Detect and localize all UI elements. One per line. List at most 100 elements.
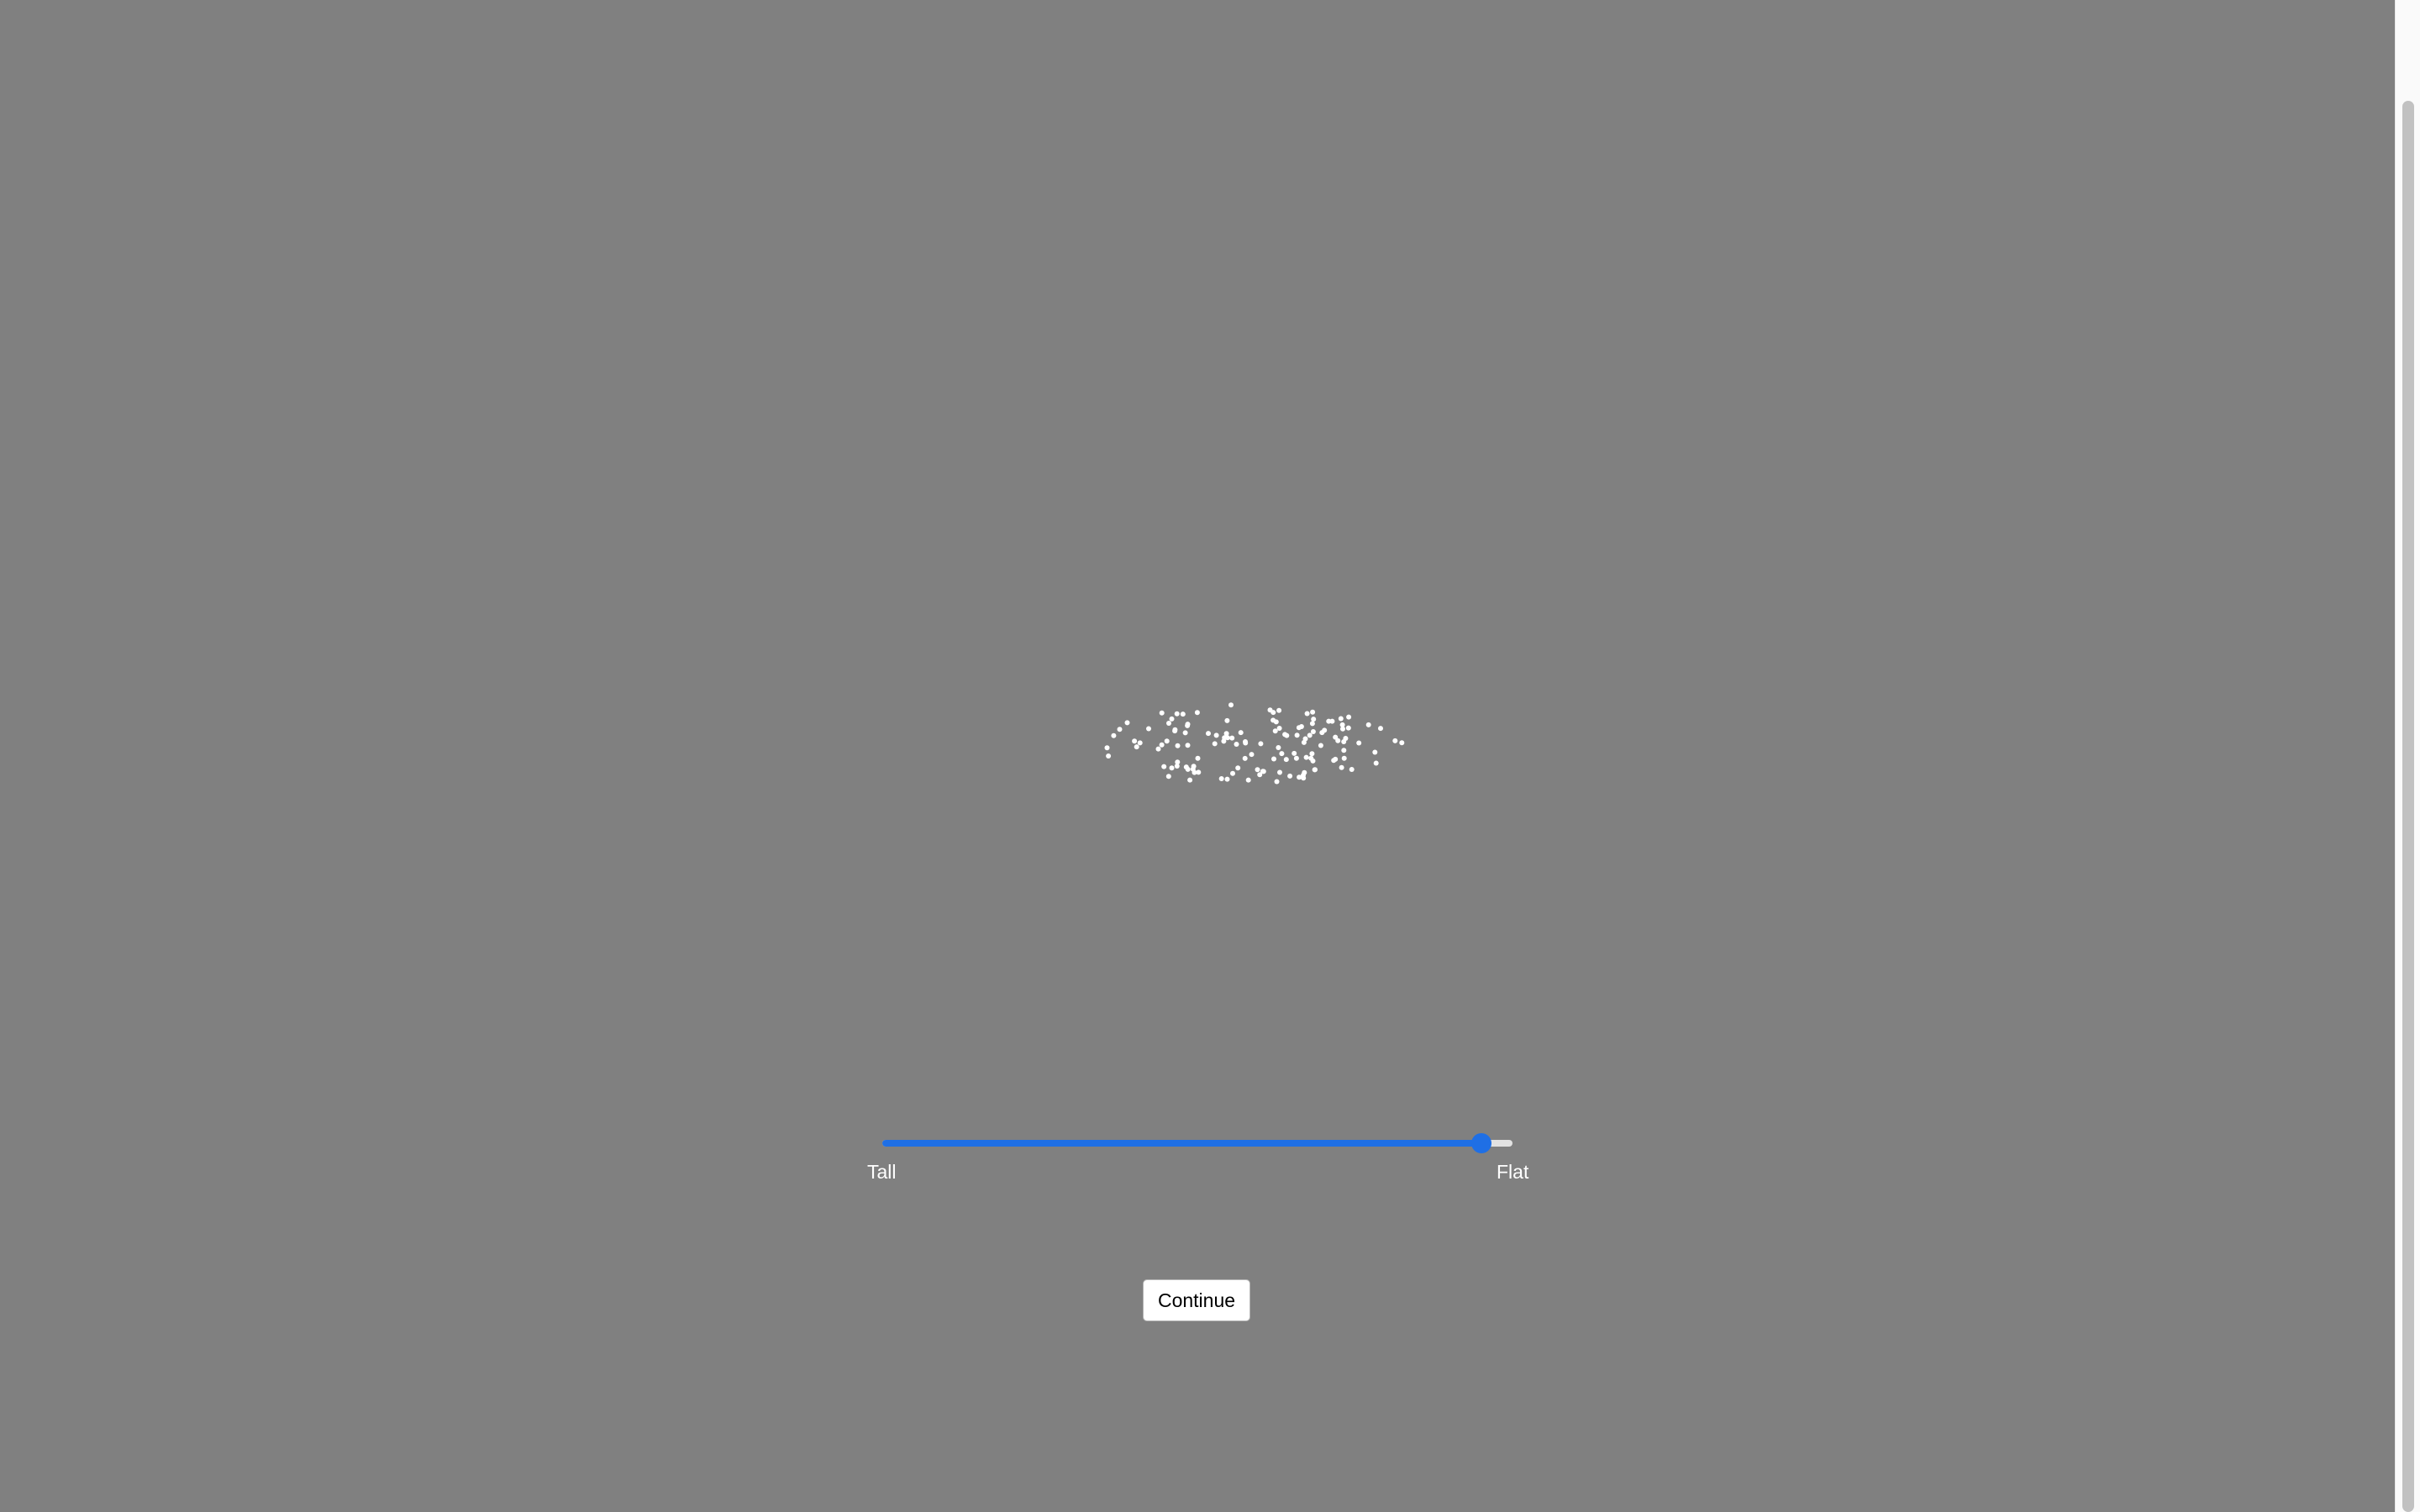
stimulus-dot bbox=[1195, 755, 1201, 761]
stimulus-dot bbox=[1146, 726, 1151, 732]
stimulus-dot bbox=[1106, 753, 1112, 759]
stimulus-dot bbox=[1276, 745, 1281, 750]
stimulus-dot bbox=[1165, 774, 1171, 780]
stimulus-dot bbox=[1319, 730, 1325, 736]
stimulus-dot bbox=[1212, 741, 1218, 747]
stimulus-dot bbox=[1243, 740, 1249, 746]
stimulus-dot bbox=[1310, 758, 1316, 764]
stimulus-dot bbox=[1249, 752, 1255, 758]
stimulus-dot bbox=[1341, 748, 1347, 753]
stimulus-dot bbox=[1235, 765, 1241, 771]
stimulus-dot bbox=[1339, 764, 1344, 770]
stimulus-dot bbox=[1137, 740, 1143, 746]
stimulus-dot bbox=[1356, 740, 1362, 746]
stimulus-dot bbox=[1303, 754, 1309, 760]
scrollbar-thumb[interactable] bbox=[2402, 101, 2414, 1512]
stimulus-dot bbox=[1378, 726, 1383, 732]
stimulus-dot bbox=[1318, 743, 1323, 748]
stimulus-dot bbox=[1169, 765, 1175, 771]
stimulus-dot bbox=[1276, 726, 1282, 731]
stimulus-dot bbox=[1185, 743, 1191, 748]
stimulus-dot bbox=[1174, 711, 1180, 717]
stimulus-dot bbox=[1230, 770, 1235, 776]
stimulus-dot bbox=[1309, 751, 1315, 757]
stimulus-dot bbox=[1343, 736, 1349, 741]
slider-fill bbox=[882, 1140, 1481, 1147]
stimulus-dot bbox=[1111, 732, 1117, 738]
stimulus-dot bbox=[1301, 775, 1307, 781]
stimulus-dot bbox=[1175, 743, 1181, 748]
stimulus-dot bbox=[1166, 721, 1171, 726]
stimulus-dot bbox=[1339, 722, 1345, 727]
stimulus-dot bbox=[1346, 714, 1352, 720]
stimulus-dot bbox=[1310, 709, 1316, 715]
stimulus-dot bbox=[1292, 750, 1297, 756]
stimulus-dot bbox=[1345, 725, 1351, 731]
stimulus-dot bbox=[1260, 769, 1266, 774]
stimulus-dot bbox=[1161, 764, 1167, 769]
stimulus-dot bbox=[1242, 755, 1248, 761]
continue-button[interactable]: Continue bbox=[1143, 1279, 1250, 1321]
stimulus-dot bbox=[1228, 702, 1234, 708]
stimulus-dot bbox=[1224, 776, 1230, 782]
stimulus-dot bbox=[1117, 727, 1123, 732]
stimulus-dot bbox=[1283, 757, 1289, 763]
stimulus-dot bbox=[1272, 728, 1278, 734]
stimulus-dot bbox=[1174, 764, 1180, 769]
stimulus-dot bbox=[1255, 767, 1260, 773]
stimulus-dot bbox=[1187, 777, 1193, 783]
stimulus-dot bbox=[1223, 731, 1229, 737]
experiment-stage: Tall Flat Continue bbox=[0, 0, 2395, 1512]
stimulus-dot bbox=[1294, 732, 1300, 738]
stimulus-dot bbox=[1310, 729, 1316, 734]
stimulus-dot bbox=[1307, 732, 1313, 738]
stimulus-dot bbox=[1333, 734, 1339, 740]
stimulus-dot bbox=[1224, 717, 1230, 723]
stimulus-dot bbox=[1276, 707, 1282, 713]
stimulus-dot bbox=[1191, 764, 1197, 769]
stimulus-dot bbox=[1134, 744, 1139, 750]
stimulus-dot bbox=[1234, 742, 1239, 747]
vertical-scrollbar[interactable] bbox=[2395, 0, 2420, 1512]
dot-stimulus bbox=[1104, 702, 1405, 785]
stimulus-dot bbox=[1245, 777, 1251, 783]
stimulus-dot bbox=[1155, 746, 1161, 752]
stimulus-dot bbox=[1277, 769, 1282, 775]
stimulus-dot bbox=[1169, 716, 1175, 722]
stimulus-dot bbox=[1185, 766, 1191, 772]
tall-flat-slider[interactable] bbox=[882, 1132, 1512, 1154]
slider-label-flat: Flat bbox=[1497, 1161, 1529, 1183]
stimulus-dot bbox=[1270, 717, 1276, 723]
stimulus-dot bbox=[1206, 731, 1211, 737]
stimulus-dot bbox=[1124, 720, 1130, 726]
stimulus-dot bbox=[1180, 711, 1186, 717]
stimulus-dot bbox=[1293, 755, 1299, 761]
stimulus-dot bbox=[1399, 740, 1405, 746]
stimulus-dot bbox=[1298, 724, 1304, 729]
stimulus-dot bbox=[1218, 776, 1224, 781]
stimulus-dot bbox=[1196, 769, 1202, 775]
stimulus-dot bbox=[1194, 710, 1200, 716]
stimulus-dot bbox=[1333, 756, 1339, 762]
stimulus-dot bbox=[1304, 711, 1310, 717]
stimulus-dot bbox=[1185, 722, 1191, 727]
stimulus-dot bbox=[1238, 730, 1244, 736]
stimulus-dot bbox=[1349, 767, 1355, 772]
stimulus-dot bbox=[1164, 738, 1170, 744]
stimulus-dot bbox=[1159, 742, 1165, 748]
stimulus-dot bbox=[1274, 779, 1280, 785]
stimulus-dot bbox=[1271, 756, 1276, 762]
stimulus-dot bbox=[1182, 730, 1188, 736]
stimulus-dot bbox=[1392, 738, 1398, 743]
stimulus-dot bbox=[1213, 732, 1219, 738]
slider-thumb[interactable] bbox=[1471, 1133, 1491, 1153]
stimulus-dot bbox=[1338, 716, 1344, 722]
stimulus-dot bbox=[1172, 728, 1178, 734]
stimulus-dot bbox=[1221, 738, 1227, 744]
stimulus-dot bbox=[1287, 773, 1293, 779]
slider-label-tall: Tall bbox=[867, 1161, 897, 1183]
stimulus-dot bbox=[1313, 767, 1318, 773]
stimulus-dot bbox=[1258, 741, 1264, 747]
stimulus-dot bbox=[1159, 710, 1165, 716]
stimulus-dot bbox=[1309, 721, 1315, 727]
